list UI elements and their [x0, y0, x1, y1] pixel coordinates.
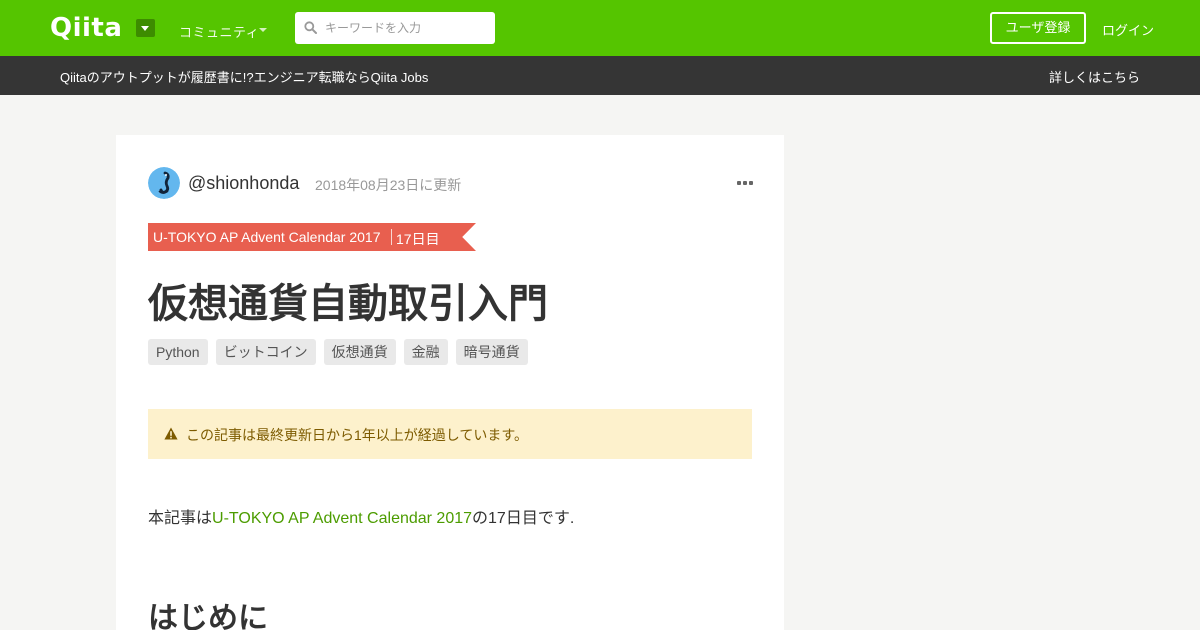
banner-details-link[interactable]: 詳しくはこちら: [1049, 67, 1140, 86]
section-heading: はじめに: [148, 602, 268, 630]
advent-calendar-name: U-TOKYO AP Advent Calendar 2017: [153, 229, 381, 245]
intro-suffix: の17日目です.: [472, 510, 575, 527]
article-card: @shionhonda 2018年08月23日に更新 U-TOKYO AP Ad…: [116, 135, 784, 630]
article-title: 仮想通貨自動取引入門: [148, 282, 548, 326]
advent-calendar-day: 17日目: [396, 231, 440, 247]
banner-text: Qiitaのアウトプットが履歴書に!?エンジニア転職ならQiita Jobs: [60, 70, 429, 85]
dot: [743, 181, 747, 185]
tag-python[interactable]: Python: [148, 339, 208, 365]
signup-button[interactable]: ユーザ登録: [990, 12, 1086, 44]
warning-icon: [164, 427, 178, 440]
tag-finance[interactable]: 金融: [403, 339, 448, 365]
advent-calendar-ribbon[interactable]: U-TOKYO AP Advent Calendar 2017 17日目: [148, 223, 476, 251]
updated-date: 2018年08月23日に更新: [315, 177, 462, 193]
avatar[interactable]: [148, 167, 180, 199]
community-chevron-down-icon: [259, 28, 267, 32]
logo-text: Qiita: [50, 13, 123, 43]
search-input[interactable]: [325, 12, 490, 44]
qiita-logo[interactable]: Qiita: [50, 13, 123, 43]
intro-paragraph: 本記事はU-TOKYO AP Advent Calendar 2017の17日目…: [148, 504, 574, 528]
ribbon-divider: [391, 229, 392, 245]
global-header: Qiita コミュニティ ユーザ登録 ログイン: [0, 0, 1200, 56]
tag-cryptocurrency[interactable]: 暗号通貨: [455, 339, 528, 365]
advent-calendar-link[interactable]: U-TOKYO AP Advent Calendar 2017: [212, 510, 472, 527]
login-link[interactable]: ログイン: [1102, 20, 1154, 39]
dot: [737, 181, 741, 185]
search-icon: [304, 21, 317, 34]
notice-text: この記事は最終更新日から1年以上が経過しています。: [186, 427, 528, 443]
search-box[interactable]: [295, 12, 495, 44]
chevron-down-icon[interactable]: [136, 19, 155, 37]
dot: [749, 181, 753, 185]
outdated-notice: この記事は最終更新日から1年以上が経過しています。: [148, 409, 752, 459]
intro-prefix: 本記事は: [148, 510, 213, 527]
tag-list: Python ビットコイン 仮想通貨 金融 暗号通貨: [148, 339, 528, 365]
community-menu[interactable]: コミュニティ: [179, 22, 259, 41]
author-name[interactable]: @shionhonda: [188, 173, 299, 194]
tag-virtual-currency[interactable]: 仮想通貨: [323, 339, 396, 365]
tag-bitcoin[interactable]: ビットコイン: [215, 339, 316, 365]
more-options-icon[interactable]: [737, 179, 753, 187]
jobs-banner[interactable]: Qiitaのアウトプットが履歴書に!?エンジニア転職ならQiita Jobs 詳…: [0, 56, 1200, 95]
